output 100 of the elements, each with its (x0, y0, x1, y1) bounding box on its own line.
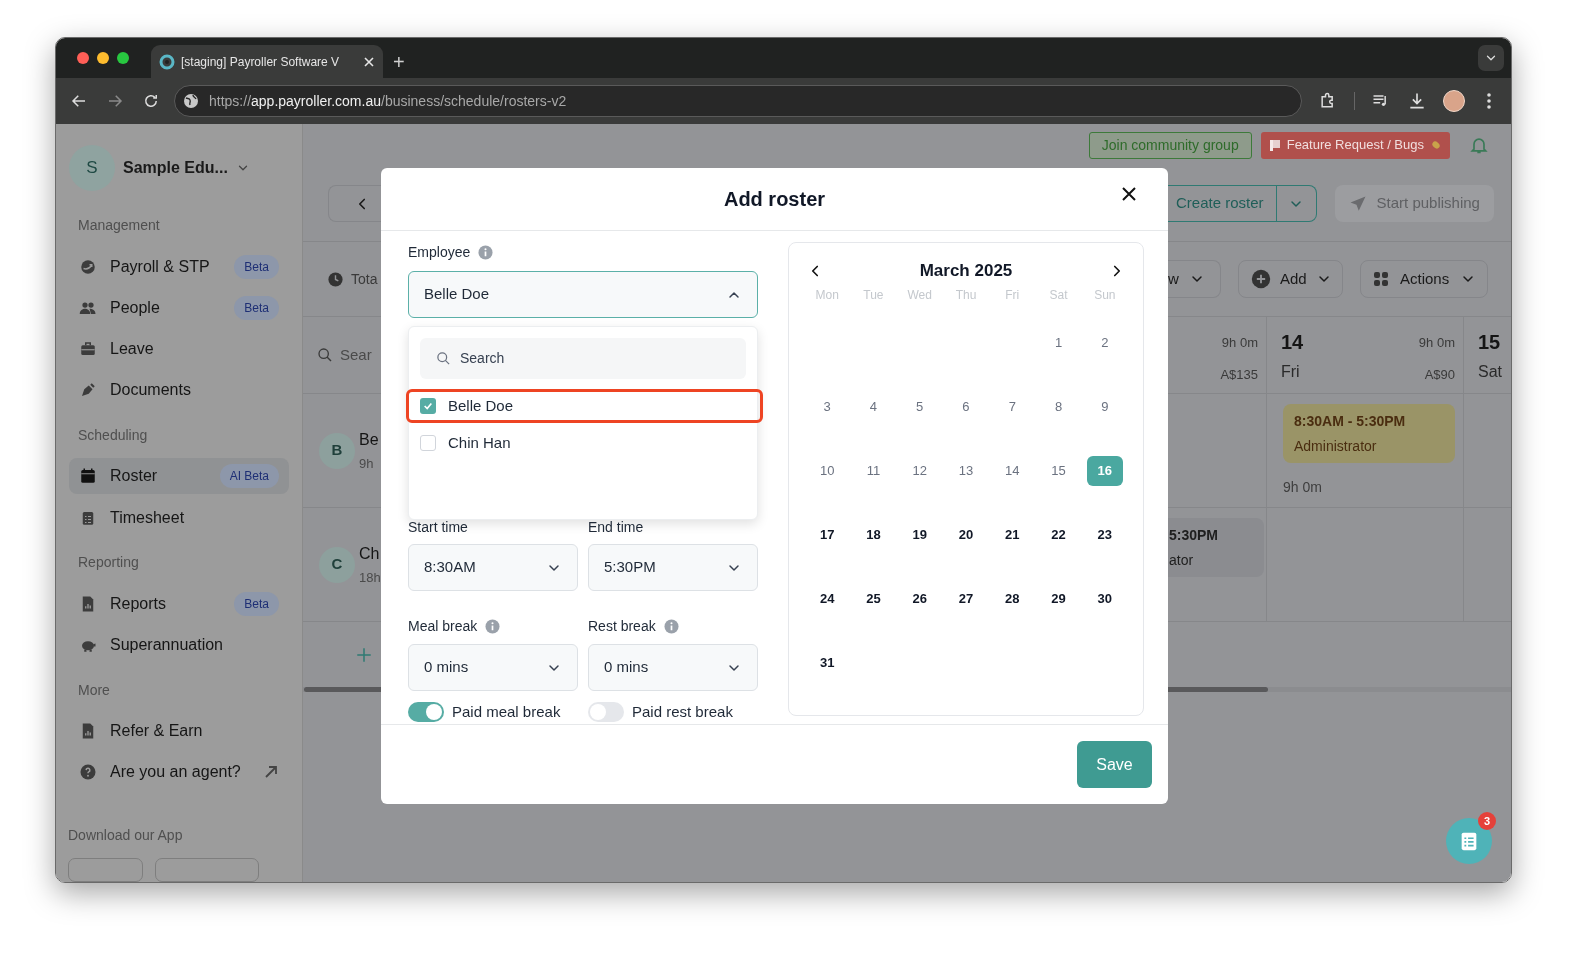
field-label: Rest break (588, 616, 656, 636)
window-control[interactable] (97, 52, 109, 64)
calendar-day[interactable]: 29 (1040, 584, 1077, 614)
employee-hours: 18h (359, 568, 381, 587)
calendar-day[interactable]: 19 (901, 520, 938, 550)
employee-hours: 9h (359, 454, 375, 473)
download-icon[interactable] (1407, 91, 1427, 111)
globe-icon (183, 93, 199, 109)
badge: Beta (234, 295, 279, 320)
calendar-day[interactable]: 31 (809, 648, 846, 678)
shift-total: 9h 0m (1283, 478, 1323, 497)
calendar-day[interactable]: 18 (855, 520, 892, 550)
reload-icon[interactable] (142, 92, 160, 110)
back-icon[interactable] (70, 92, 88, 110)
calendar-day[interactable]: 21 (994, 520, 1031, 550)
checkbox[interactable] (420, 435, 436, 451)
employee-select[interactable]: Belle Doe (408, 271, 758, 318)
toggle-label: Paid meal break (452, 702, 561, 722)
favicon-icon (159, 53, 175, 70)
tab-title: [staging] Payroller Software V (181, 53, 341, 71)
calendar-icon (79, 467, 97, 486)
calendar-day[interactable]: 27 (948, 584, 984, 614)
nav-item[interactable]: Are you an agent? (69, 754, 289, 791)
shift-role: Administrator (1294, 436, 1378, 456)
day-cost: A$135 (1220, 365, 1258, 384)
calendar-day[interactable]: 23 (1086, 520, 1123, 550)
dialog-title: Add roster (723, 187, 826, 212)
calendar-day[interactable]: 17 (809, 520, 846, 550)
calendar-day[interactable]: 22 (1040, 520, 1077, 550)
org-name[interactable]: Sample Edu... (123, 156, 228, 180)
month-title: March 2025 (919, 260, 1013, 283)
select-field[interactable]: 8:30AM (408, 544, 578, 591)
day-number: 15 (1478, 330, 1502, 355)
weekday-label: Tue (862, 287, 885, 304)
forward-icon[interactable] (106, 92, 124, 110)
nav-item[interactable]: Reports Beta (69, 585, 289, 622)
day-number: 14 (1281, 330, 1304, 355)
shift-card[interactable]: 5:30PM ator (1166, 518, 1264, 577)
weekday-label: Fri (1004, 287, 1021, 304)
day-hours: 9h 0m (1418, 334, 1455, 352)
info-icon (478, 244, 494, 260)
calendar-day[interactable]: 28 (994, 584, 1031, 614)
weekday-label: Fri (1281, 362, 1301, 382)
url-text: https://app.payroller.com.au/business/schedule/rosters-v2 (209, 91, 567, 111)
flag-icon (1268, 139, 1281, 151)
add-button[interactable]: Add (1238, 260, 1343, 298)
weekday-label: Sun (1093, 287, 1117, 304)
feature-request-button[interactable]: Feature Request / Bugs (1260, 131, 1450, 159)
calendar-day[interactable]: 20 (948, 520, 984, 550)
close-icon (363, 55, 375, 68)
clock-icon (327, 270, 344, 288)
briefcase-icon (79, 340, 97, 358)
nav-item[interactable]: People Beta (69, 289, 289, 326)
profile-avatar[interactable] (1443, 90, 1465, 112)
save-button[interactable]: Save (1077, 741, 1152, 788)
window-control[interactable] (117, 52, 129, 64)
nav-item[interactable]: Leave (69, 331, 289, 367)
new-tab-button[interactable]: + (393, 45, 405, 78)
nav-item[interactable]: Superannuation (69, 626, 289, 663)
employee-name: Be (359, 429, 379, 450)
badge: Beta (234, 591, 279, 616)
calendar-day[interactable]: 26 (901, 584, 938, 614)
download-label: Download our App (68, 826, 183, 846)
calendar-day[interactable]: 25 (855, 584, 892, 614)
section-label: More (78, 680, 110, 700)
calendar-day[interactable]: 30 (1086, 584, 1123, 614)
nav-item[interactable]: Payroll & STP Beta (69, 248, 289, 285)
shift-time: 5:30PM (1169, 525, 1220, 545)
employee-option[interactable]: Belle Doe (406, 389, 763, 423)
close-icon[interactable] (1121, 186, 1137, 202)
field-label: Employee (408, 242, 471, 262)
actions-button[interactable]: Actions (1360, 260, 1488, 298)
checkbox[interactable] (420, 398, 436, 414)
select-field[interactable]: 0 mins (588, 644, 758, 691)
shift-card[interactable]: 8:30AM - 5:30PM Administrator (1283, 404, 1455, 463)
badge: Beta (234, 254, 279, 279)
search-field[interactable]: Search (420, 338, 746, 379)
section-label: Management (78, 216, 160, 236)
select-field[interactable]: 0 mins (408, 644, 578, 691)
toggle-switch[interactable] (588, 702, 624, 723)
window-control[interactable] (77, 52, 89, 64)
nav-item[interactable]: Timesheet (69, 499, 289, 536)
section-label: Reporting (78, 553, 139, 573)
nav-item[interactable]: Documents (69, 372, 289, 409)
tab-list-button[interactable] (1478, 45, 1504, 71)
employee-avatar: B (319, 432, 355, 469)
employee-name: Ch (359, 543, 381, 564)
address-bar[interactable]: https://app.payroller.com.au/business/schedule/rosters-v2 (174, 85, 1302, 117)
toggle-switch[interactable] (408, 702, 444, 723)
plus-circle-icon (1251, 269, 1271, 289)
select-field[interactable]: 5:30PM (588, 544, 758, 591)
nav-item[interactable]: Roster AI Beta (69, 458, 289, 495)
nav-item[interactable]: Refer & Earn (69, 713, 289, 750)
section-label: Scheduling (78, 425, 148, 445)
org-avatar: S (69, 145, 115, 191)
calendar-day[interactable]: 24 (809, 584, 846, 614)
shift-time: 8:30AM - 5:30PM (1294, 411, 1407, 431)
browser-tab[interactable]: [staging] Payroller Software V (151, 45, 383, 78)
day-hours: 9h 0m (1221, 334, 1258, 352)
employee-option[interactable]: Chin Han (406, 426, 763, 460)
